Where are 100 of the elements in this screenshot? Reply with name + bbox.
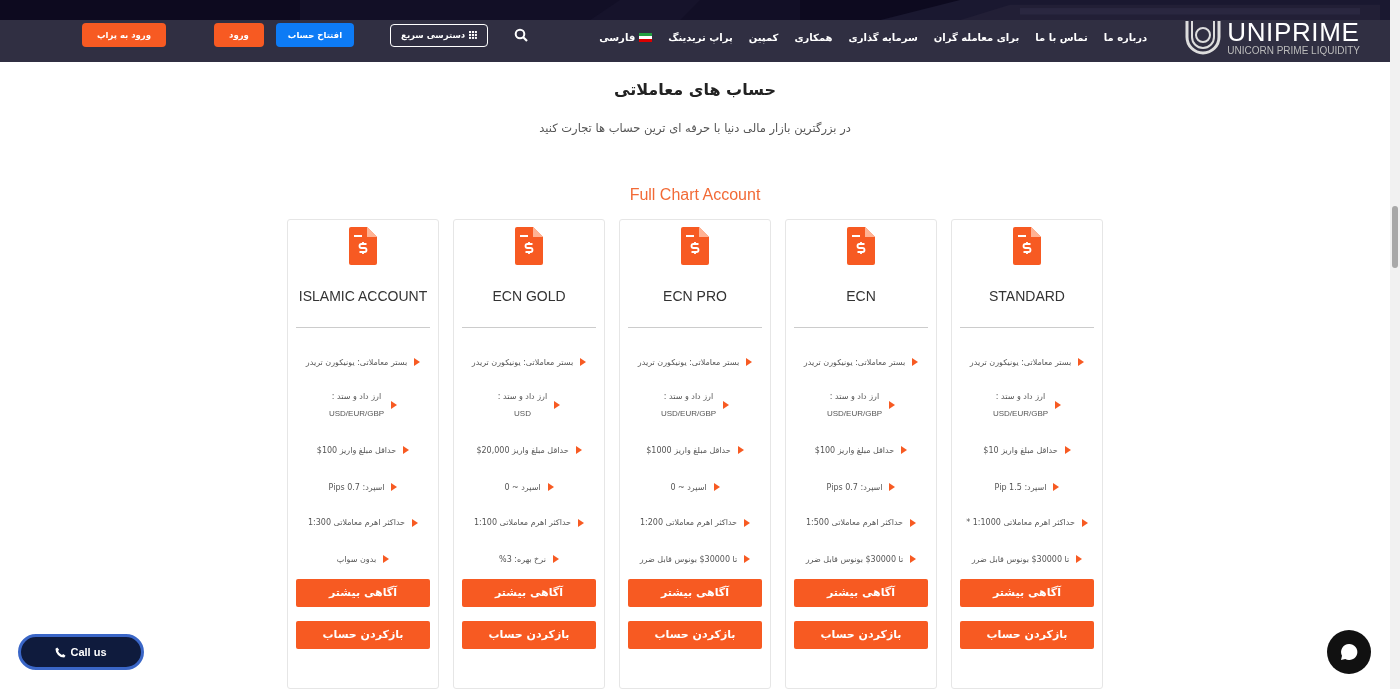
arrow-icon — [554, 401, 561, 409]
card-title: ECN — [846, 287, 876, 306]
document-dollar-icon — [1013, 227, 1041, 265]
card-title: ECN GOLD — [492, 287, 566, 306]
language-link[interactable]: فارسی — [599, 30, 653, 46]
learn-more-button[interactable]: آگاهی بیشتر — [960, 579, 1094, 607]
arrow-icon — [414, 358, 421, 366]
nav-link[interactable]: تماس با ما — [1035, 30, 1088, 46]
document-dollar-icon — [681, 227, 709, 265]
learn-more-button[interactable]: آگاهی بیشتر — [628, 579, 762, 607]
search-icon[interactable] — [514, 28, 529, 43]
feature-text: حداکثر اهرم معاملاتی 1:500 — [806, 517, 904, 529]
arrow-icon — [912, 358, 919, 366]
feature-text: تا 30000$ بونوس قابل ضرر — [971, 553, 1070, 566]
logo[interactable]: UNIPRIME UNICORN PRIME LIQUIDITY — [1183, 17, 1360, 58]
arrow-icon — [412, 518, 419, 527]
feature-text: بستر معاملاتی: یونیکورن تریدر — [803, 356, 906, 369]
arrow-icon — [1055, 401, 1062, 409]
feature-text: تا 30000$ بونوس قابل ضرر — [805, 553, 904, 566]
flag-icon — [639, 33, 653, 43]
feature-text: حداقل مبلغ واریز 20,000$ — [476, 444, 569, 457]
nav-link[interactable]: کمپین — [748, 30, 779, 46]
arrow-icon — [910, 518, 917, 527]
arrow-icon — [403, 446, 410, 454]
arrow-icon — [575, 446, 582, 454]
feature-text: بستر معاملاتی: یونیکورن تریدر — [305, 356, 408, 369]
open-account-button[interactable]: بازکردن حساب — [794, 621, 928, 649]
nav-link[interactable]: برای معامله گران — [933, 30, 1020, 46]
feature-text: بدون سواپ — [336, 553, 377, 566]
grid-icon — [469, 31, 478, 40]
arrow-icon — [578, 518, 585, 527]
feature-text: حداقل مبلغ واریز 100$ — [316, 444, 397, 457]
feature-text: بستر معاملاتی: یونیکورن تریدر — [471, 356, 574, 369]
feature-text: اسپرد ~ 0 — [504, 481, 541, 494]
feature-text: حداقل مبلغ واریز 10$ — [983, 444, 1058, 457]
arrow-icon — [744, 555, 751, 563]
call-button[interactable]: Call us — [18, 634, 144, 670]
feature-text: حداکثر اهرم معاملاتی 1:1000 * — [966, 517, 1075, 529]
group-title: Full Chart Account — [629, 185, 761, 205]
open-account-button[interactable]: بازکردن حساب — [960, 621, 1094, 649]
card-title: ISLAMIC ACCOUNT — [298, 287, 428, 306]
quick-access-button[interactable]: دسترسی سریع — [390, 23, 489, 47]
feature-text: حداقل مبلغ واریز 1000$ — [646, 444, 731, 457]
phone-icon — [55, 646, 67, 658]
feature-text: نرخ بهره: 3% — [499, 553, 546, 566]
document-dollar-icon — [847, 227, 875, 265]
arrow-icon — [391, 401, 398, 409]
arrow-icon — [1078, 358, 1085, 366]
feature-text: حداکثر اهرم معاملاتی 1:300 — [308, 517, 406, 529]
open-account-button[interactable]: بازکردن حساب — [628, 621, 762, 649]
header-button[interactable]: افتتاح حساب — [275, 23, 355, 48]
section-title: حساب های معاملاتی — [614, 78, 776, 101]
arrow-icon — [1076, 555, 1083, 563]
arrow-icon — [391, 483, 398, 491]
nav-link[interactable]: پراپ تریدینگ — [668, 30, 733, 46]
learn-more-button[interactable]: آگاهی بیشتر — [462, 579, 596, 607]
feature-text: تا 30000$ بونوس قابل ضرر — [639, 553, 738, 566]
arrow-icon — [737, 446, 744, 454]
nav-link[interactable]: سرمایه گذاری — [848, 30, 918, 46]
arrow-icon — [889, 401, 896, 409]
feature-text: اسپرد: 0.7 Pips — [826, 481, 883, 494]
nav-link[interactable]: همکاری — [794, 30, 833, 46]
section-subtitle: در بزرگترین بازار مالی دنیا با حرفه ای ترین حساب ها تجارت کنید — [539, 119, 851, 137]
feature-text: بستر معاملاتی: یونیکورن تریدر — [969, 356, 1072, 369]
arrow-icon — [744, 518, 751, 527]
feature-text: بستر معاملاتی: یونیکورن تریدر — [637, 356, 740, 369]
arrow-icon — [580, 358, 587, 366]
arrow-icon — [889, 483, 896, 491]
arrow-icon — [547, 483, 554, 491]
document-dollar-icon — [515, 227, 543, 265]
arrow-icon — [713, 483, 720, 491]
arrow-icon — [1064, 446, 1071, 454]
card-title: STANDARD — [989, 287, 1065, 306]
arrow-icon — [1053, 483, 1060, 491]
arrow-icon — [1081, 518, 1088, 527]
logo-name: UNIPRIME — [1227, 18, 1360, 45]
arrow-icon — [746, 358, 753, 366]
feature-text: اسپرد: 1.5 Pip — [994, 481, 1047, 494]
arrow-icon — [723, 401, 730, 409]
learn-more-button[interactable]: آگاهی بیشتر — [296, 579, 430, 607]
nav-link[interactable]: درباره ما — [1103, 30, 1148, 46]
arrow-icon — [552, 555, 559, 563]
open-account-button[interactable]: بازکردن حساب — [296, 621, 430, 649]
feature-text: اسپرد: 0.7 Pips — [328, 481, 385, 494]
header-button[interactable]: ورود به پراپ — [82, 23, 167, 48]
arrow-icon — [901, 446, 908, 454]
header-button[interactable]: ورود — [214, 23, 264, 48]
open-account-button[interactable]: بازکردن حساب — [462, 621, 596, 649]
chat-icon — [1339, 642, 1359, 662]
feature-text: حداکثر اهرم معاملاتی 1:200 — [640, 517, 738, 529]
scrollbar[interactable] — [1390, 0, 1400, 689]
feature-text: حداکثر اهرم معاملاتی 1:100 — [474, 517, 572, 529]
arrow-icon — [910, 555, 917, 563]
document-dollar-icon — [349, 227, 377, 265]
feature-text: حداقل مبلغ واریز 100$ — [814, 444, 895, 457]
chat-button[interactable] — [1327, 630, 1371, 674]
logo-tagline: UNICORN PRIME LIQUIDITY — [1227, 45, 1360, 56]
card-title: ECN PRO — [663, 287, 727, 306]
learn-more-button[interactable]: آگاهی بیشتر — [794, 579, 928, 607]
feature-text: اسپرد ~ 0 — [670, 481, 707, 494]
